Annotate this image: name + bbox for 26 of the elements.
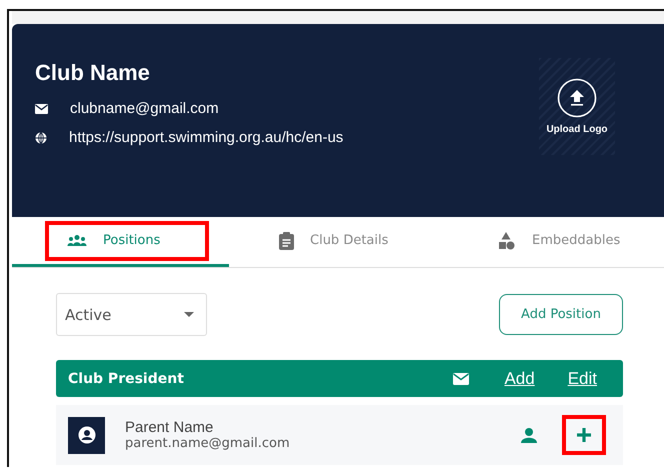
add-position-button[interactable]: Add Position — [499, 294, 623, 335]
club-website: https://support.swimming.org.au/hc/en-us — [69, 129, 344, 146]
edit-link[interactable]: Edit — [568, 368, 597, 388]
people-icon — [67, 235, 87, 246]
caret-icon — [184, 312, 194, 317]
tab[interactable]: Positions — [12, 217, 229, 267]
shapes-icon — [496, 230, 516, 250]
add-link[interactable]: Add — [504, 368, 535, 388]
add-button[interactable] — [562, 415, 606, 455]
club-email: clubname@gmail.com — [70, 100, 219, 117]
clipboard-icon — [279, 232, 294, 250]
status-dropdown[interactable]: Active — [56, 293, 207, 336]
globe-icon — [35, 132, 47, 144]
tab[interactable]: Club Details — [229, 217, 446, 267]
avatar-icon — [68, 416, 105, 454]
member-name: Parent Name — [125, 419, 214, 436]
person-icon[interactable] — [521, 428, 537, 442]
position-title: Club President — [68, 370, 185, 386]
upload-logo-button[interactable]: Upload Logo — [539, 58, 615, 155]
club-name: Club Name — [35, 60, 151, 86]
email-icon[interactable] — [453, 372, 470, 384]
tab[interactable]: Embeddables — [446, 217, 663, 267]
upload-icon — [557, 78, 597, 118]
email-icon — [35, 104, 48, 114]
plus-icon — [577, 428, 591, 442]
member-email: parent.name@gmail.com — [125, 436, 291, 451]
